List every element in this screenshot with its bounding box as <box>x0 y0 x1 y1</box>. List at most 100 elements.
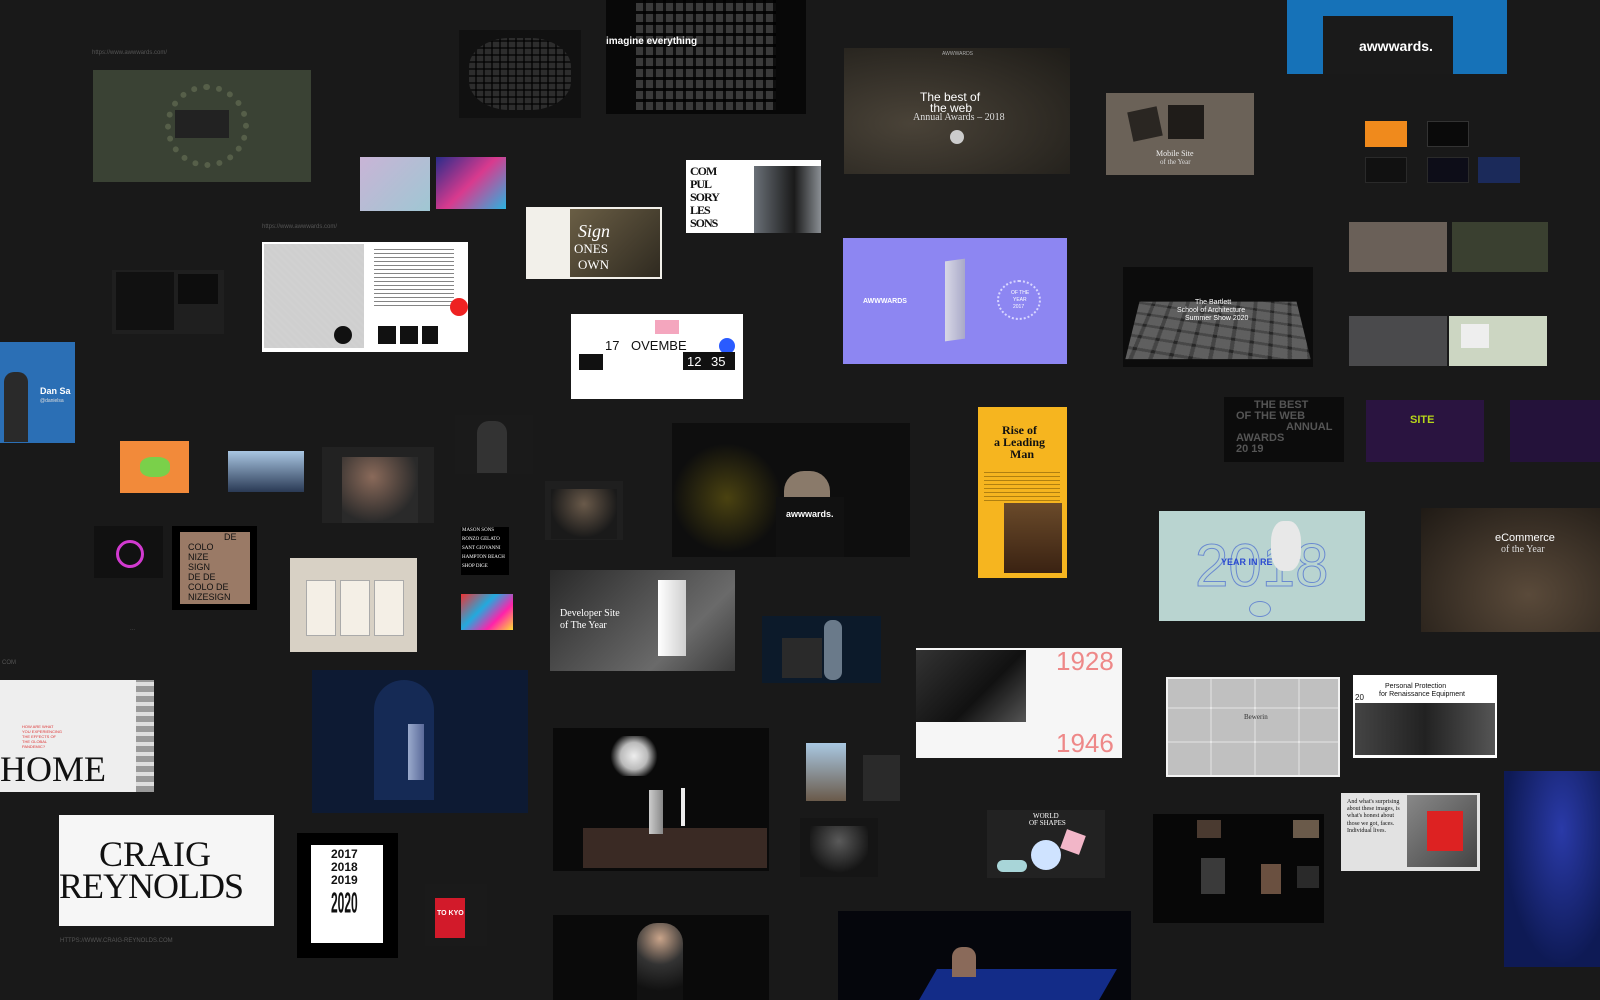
performer-figure <box>824 620 842 680</box>
orange-small-card[interactable] <box>1365 121 1407 147</box>
sign-ones-own-card[interactable]: Sign ONES OWN <box>526 207 662 279</box>
site-purple-card[interactable]: SITE <box>1366 400 1484 462</box>
world-shapes-card[interactable]: WORLD OF SHAPES <box>987 810 1105 878</box>
dark-photo-card-left[interactable] <box>112 270 224 334</box>
best-of-web-card[interactable]: AWWWARDS The best of the web Annual Awar… <box>844 48 1070 174</box>
man-award-card[interactable] <box>455 415 533 474</box>
pp-l2: for Renaissance Equipment <box>1379 691 1465 698</box>
lilies-trophy <box>649 790 663 834</box>
personal-protection-card[interactable]: 20 Personal Protection for Renaissance E… <box>1353 675 1497 758</box>
dark-portrait-card[interactable] <box>863 755 900 801</box>
decol-l2: COLO <box>188 542 214 552</box>
landscape-card[interactable] <box>228 451 304 492</box>
orange-3d-card[interactable] <box>120 441 189 493</box>
two-men-card[interactable] <box>800 818 878 877</box>
rise-leading-man-card[interactable]: Rise of a Leading Man <box>978 407 1067 578</box>
neon-ring <box>116 540 144 568</box>
bald-speaker-card[interactable] <box>553 915 769 1000</box>
group-photo-card[interactable] <box>322 447 434 523</box>
home-card[interactable]: HOW ARE WHAT YOU EXPERIENCING THE EFFECT… <box>0 680 154 792</box>
triptych-2 <box>340 580 370 636</box>
stage-awwwards-card[interactable]: awwwards. <box>672 423 910 557</box>
blue-award-card[interactable] <box>312 670 528 813</box>
compulsory-lessons-card[interactable]: COM PUL SORY LES SONS <box>686 160 821 233</box>
surprising-red-block <box>1427 811 1463 851</box>
sage-photo <box>1461 324 1489 348</box>
speaker-right-edge[interactable] <box>1504 771 1600 967</box>
home-red-text: HOW ARE WHAT YOU EXPERIENCING THE EFFECT… <box>22 724 63 749</box>
craig-reynolds-card[interactable]: CRAIG REYNOLDS <box>59 815 274 926</box>
ecommerce-card[interactable]: eCommerce of the Year <box>1421 508 1600 632</box>
caption-map[interactable]: https://www.awwwards.com/ <box>262 224 337 230</box>
developer-site-card[interactable]: Developer Site of The Year <box>550 570 735 671</box>
triptych-1 <box>306 580 336 636</box>
calendar-d3: 12 <box>687 354 702 369</box>
dark-photo-right-2[interactable] <box>1452 222 1548 272</box>
lilies-candle <box>681 788 685 826</box>
stage-logo: awwwards. <box>786 509 834 519</box>
dark-small-card-2[interactable] <box>1365 157 1407 183</box>
dark-gallery-card[interactable] <box>1153 814 1324 923</box>
blue-small-card[interactable] <box>1478 157 1520 183</box>
mobile-site-card[interactable]: Mobile Site of the Year <box>1106 93 1254 175</box>
speaker-left-card[interactable]: Dan Sa @danielsa <box>0 342 75 443</box>
man-portrait-card[interactable] <box>806 743 846 801</box>
map-black-circle[interactable] <box>334 326 352 344</box>
lilies-table <box>583 828 767 868</box>
decolonize-card[interactable]: DE COLO NIZE SIGN DE DE COLO DE NIZESIGN <box>172 526 257 610</box>
imagine-text: imagine everything <box>606 36 698 47</box>
awwwards-purple-card[interactable]: AWWWARDS OF THE YEAR 2017 <box>843 238 1067 364</box>
decol-l1: DE <box>224 532 237 542</box>
dark-photo-right-1[interactable] <box>1349 222 1447 272</box>
three-people-card[interactable] <box>545 481 623 540</box>
calendar-card[interactable]: 17 OVEMBE 12 35 <box>571 314 743 399</box>
year-review-card[interactable]: 2018 YEAR IN REVIEW <box>1159 511 1365 621</box>
grey-card-right[interactable] <box>1349 316 1447 366</box>
sage-card-right[interactable] <box>1449 316 1547 366</box>
award-stage-card[interactable]: awwwards. <box>1287 0 1507 74</box>
masonry-card[interactable]: MASON SONS RONZO GELATO SANT GIOVANNI HA… <box>461 527 509 575</box>
lilies-card[interactable] <box>553 728 769 871</box>
year-circle-btn[interactable] <box>1249 601 1271 617</box>
pastel-illustration-card[interactable] <box>360 157 430 211</box>
mason-l2: RONZO GELATO <box>462 537 500 542</box>
triptych-3 <box>374 580 404 636</box>
chairs-grid-card[interactable]: Bewerin <box>1166 677 1340 777</box>
neon-icon-card[interactable] <box>94 526 163 578</box>
best-web-circle-button[interactable] <box>950 130 964 144</box>
green-circle-card[interactable] <box>93 70 311 182</box>
surprising-card[interactable]: And what's surprising about these images… <box>1341 793 1480 871</box>
man-figure <box>477 421 507 473</box>
years-poster-card[interactable]: 2017 2018 2019 2020 <box>297 833 398 958</box>
historic-map-card[interactable] <box>262 242 468 352</box>
stage-speaker-bottom-card[interactable] <box>838 911 1131 1000</box>
caption-top-left[interactable]: https://www.awwwards.com/ <box>92 50 167 56</box>
dark-small-card-3[interactable] <box>1427 157 1469 183</box>
tokyo-card[interactable]: TO KYO <box>425 884 487 946</box>
three-people-figures <box>551 489 617 539</box>
home-big: HOME <box>0 749 106 789</box>
two-men-figures <box>810 826 868 876</box>
thumbnail-grid-card[interactable] <box>459 30 581 118</box>
purple-card-edge[interactable] <box>1510 400 1600 462</box>
laurel-ring <box>997 280 1041 320</box>
imagine-mosaic <box>636 0 776 110</box>
calendar-pink-chip <box>655 320 679 334</box>
imagine-everything-card[interactable]: imagine everything <box>606 0 806 114</box>
stage-bottom-figure <box>952 947 976 977</box>
dev-trophy <box>658 580 686 656</box>
shapes-teal-pill <box>997 860 1027 872</box>
caption-craig[interactable]: HTTPS://WWW.CRAIG-REYNOLDS.COM <box>60 938 173 944</box>
triptych-card[interactable] <box>290 558 417 652</box>
best-web-2019-card[interactable]: THE BEST OF THE WEB ANNUAL AWARDS 20 19 <box>1224 397 1344 462</box>
colorful-cards-card[interactable] <box>461 594 513 630</box>
bartlett-card[interactable]: The Bartlett School of Architecture Summ… <box>1123 267 1313 367</box>
map-red-circle[interactable] <box>450 298 468 316</box>
ecommerce-l1: eCommerce <box>1495 532 1555 544</box>
3d-colorful-card[interactable] <box>436 157 506 209</box>
portrait-1928-card[interactable]: 1928 1946 <box>916 648 1122 758</box>
gallery-photo-1 <box>1197 820 1221 838</box>
dark-small-card-1[interactable] <box>1427 121 1469 147</box>
performer-card[interactable] <box>762 616 881 683</box>
years-l2: 2018 <box>331 860 358 874</box>
